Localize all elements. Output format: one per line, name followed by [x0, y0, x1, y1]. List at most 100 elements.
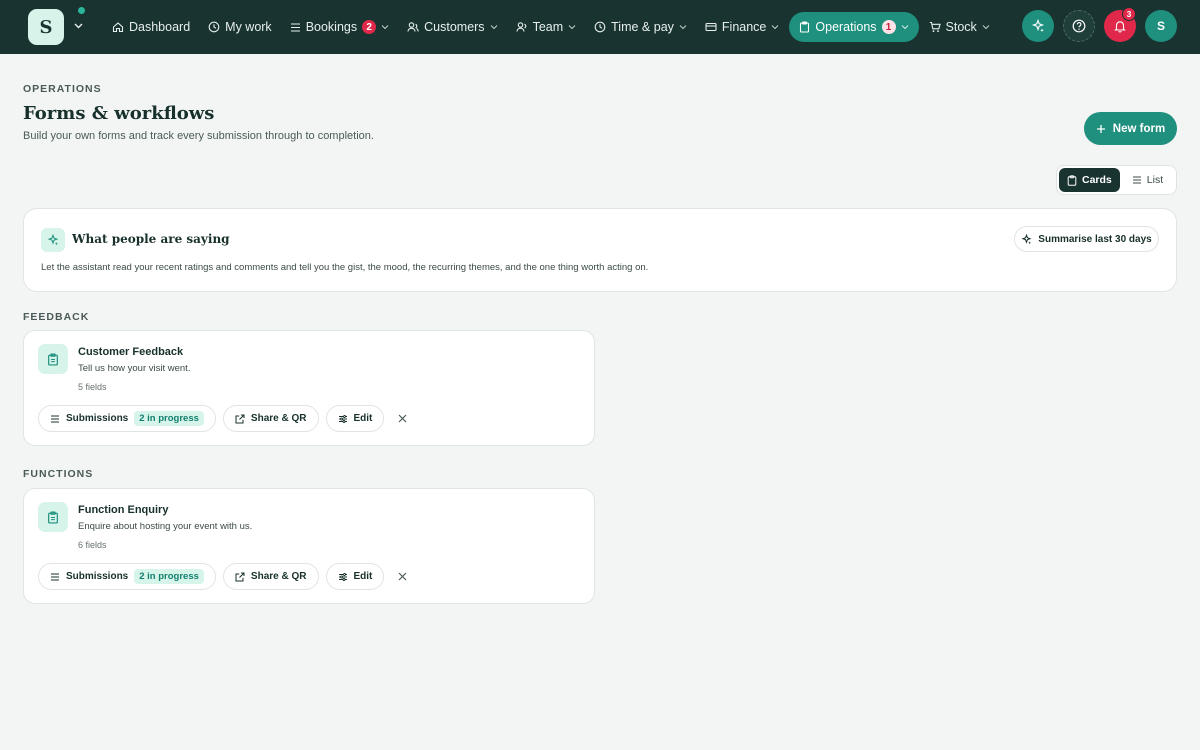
form-card: Customer Feedback Tell us how your visit…	[23, 330, 595, 446]
nav-label: Bookings	[305, 20, 358, 34]
chevron-down-icon	[901, 25, 908, 30]
operations-count-badge: 1	[881, 20, 896, 34]
delete-form-button[interactable]	[393, 568, 411, 586]
form-actions: Submissions 2 in progress Share & QR Edi…	[38, 563, 411, 590]
notifications-button[interactable]: 3	[1104, 7, 1136, 42]
view-cards-button[interactable]: Cards	[1059, 168, 1120, 192]
ai-assistant-button[interactable]	[1022, 10, 1054, 42]
online-status-dot	[78, 7, 85, 14]
notifications-count-badge: 3	[1122, 7, 1136, 21]
nav-item-stock[interactable]: Stock	[921, 12, 998, 42]
clock-icon	[208, 21, 220, 33]
delete-form-button[interactable]	[393, 410, 411, 428]
sparkles-icon	[1031, 19, 1045, 33]
main-nav: Dashboard My work Bookings 2 Customers T…	[104, 12, 998, 42]
nav-label: My work	[225, 20, 272, 34]
summarise-label: Summarise last 30 days	[1038, 233, 1152, 245]
form-field-count: 5 fields	[78, 382, 107, 392]
customers-icon	[407, 22, 419, 32]
clipboard-icon	[38, 344, 68, 374]
nav-label: Time & pay	[611, 20, 674, 34]
nav-item-operations[interactable]: Operations 1	[789, 12, 919, 42]
nav-item-time-pay[interactable]: Time & pay	[586, 12, 695, 42]
nav-label: Operations	[815, 20, 877, 34]
section-label-functions: FUNCTIONS	[23, 468, 94, 480]
submissions-button[interactable]: Submissions 2 in progress	[38, 563, 216, 590]
edit-label: Edit	[353, 571, 373, 582]
view-list-label: List	[1146, 174, 1164, 186]
sparkles-icon	[1021, 233, 1032, 244]
form-card: Function Enquiry Enquire about hosting y…	[23, 488, 595, 604]
cart-icon	[929, 21, 941, 33]
top-nav-bar: S Dashboard My work Bookings 2 Customers…	[0, 0, 1200, 54]
nav-item-finance[interactable]: Finance	[697, 12, 787, 42]
chevron-down-icon	[772, 25, 779, 30]
section-label-feedback: FEEDBACK	[23, 311, 90, 323]
sparkles-icon	[41, 228, 65, 252]
nav-label: Customers	[424, 20, 485, 34]
list-icon	[51, 573, 59, 580]
nav-label: Stock	[945, 20, 977, 34]
ai-card-title: What people are saying	[72, 232, 230, 246]
nav-label: Dashboard	[129, 20, 191, 34]
nav-label: Team	[532, 20, 564, 34]
close-icon	[398, 572, 407, 581]
edit-label: Edit	[353, 413, 373, 424]
share-qr-button[interactable]: Share & QR	[222, 405, 319, 432]
form-title[interactable]: Customer Feedback	[78, 346, 183, 358]
share-qr-button[interactable]: Share & QR	[222, 563, 319, 590]
nav-item-team[interactable]: Team	[508, 12, 585, 42]
team-icon	[516, 22, 526, 32]
plus-icon	[1096, 124, 1105, 133]
edit-form-button[interactable]: Edit	[325, 405, 385, 432]
list-icon	[1132, 176, 1141, 184]
help-icon	[1072, 19, 1086, 33]
card-icon	[705, 22, 717, 32]
workspace-chevron-down-icon[interactable]	[70, 18, 86, 34]
nav-item-bookings[interactable]: Bookings 2	[282, 12, 397, 42]
form-description: Tell us how your visit went.	[78, 363, 191, 374]
submissions-label: Submissions	[66, 571, 129, 582]
form-title[interactable]: Function Enquiry	[78, 504, 168, 516]
nav-label: Finance	[721, 20, 767, 34]
user-avatar[interactable]: S	[1145, 10, 1177, 42]
page-title: Forms & workflows	[23, 103, 215, 124]
clipboard-icon	[1067, 174, 1077, 186]
new-form-label: New form	[1112, 122, 1166, 135]
form-actions: Submissions 2 in progress Share & QR Edi…	[38, 405, 411, 432]
bookings-count-badge: 2	[362, 20, 377, 34]
share-qr-label: Share & QR	[250, 413, 307, 424]
top-actions: 3 S	[1022, 7, 1177, 42]
bell-icon	[1114, 21, 1126, 33]
share-qr-label: Share & QR	[250, 571, 307, 582]
view-list-button[interactable]: List	[1124, 168, 1171, 192]
sliders-icon	[338, 414, 347, 423]
help-button[interactable]	[1063, 10, 1095, 42]
home-icon	[112, 22, 124, 33]
clipboard-icon	[38, 502, 68, 532]
view-toggle: Cards List	[1056, 165, 1177, 195]
chevron-down-icon	[568, 25, 576, 30]
sliders-icon	[338, 572, 347, 581]
ai-insights-card: What people are saying Let the assistant…	[23, 208, 1177, 292]
view-cards-label: Cards	[1082, 174, 1112, 186]
nav-item-my-work[interactable]: My work	[200, 12, 280, 42]
clipboard-icon	[800, 21, 810, 33]
in-progress-badge: 2 in progress	[134, 569, 204, 584]
clock-icon	[594, 21, 606, 33]
list-icon	[51, 415, 59, 422]
chevron-down-icon	[679, 25, 687, 30]
list-icon	[290, 22, 300, 32]
nav-item-dashboard[interactable]: Dashboard	[104, 12, 198, 42]
external-link-icon	[235, 572, 245, 581]
form-description: Enquire about hosting your event with us…	[78, 521, 253, 532]
summarise-button[interactable]: Summarise last 30 days	[1014, 226, 1159, 252]
brand-logo[interactable]: S	[28, 9, 64, 45]
edit-form-button[interactable]: Edit	[325, 563, 385, 590]
chevron-down-icon	[381, 25, 389, 30]
new-form-button[interactable]: New form	[1084, 112, 1177, 145]
chevron-down-icon	[982, 25, 990, 30]
submissions-button[interactable]: Submissions 2 in progress	[38, 405, 216, 432]
page-subtitle: Build your own forms and track every sub…	[23, 130, 374, 142]
nav-item-customers[interactable]: Customers	[399, 12, 505, 42]
